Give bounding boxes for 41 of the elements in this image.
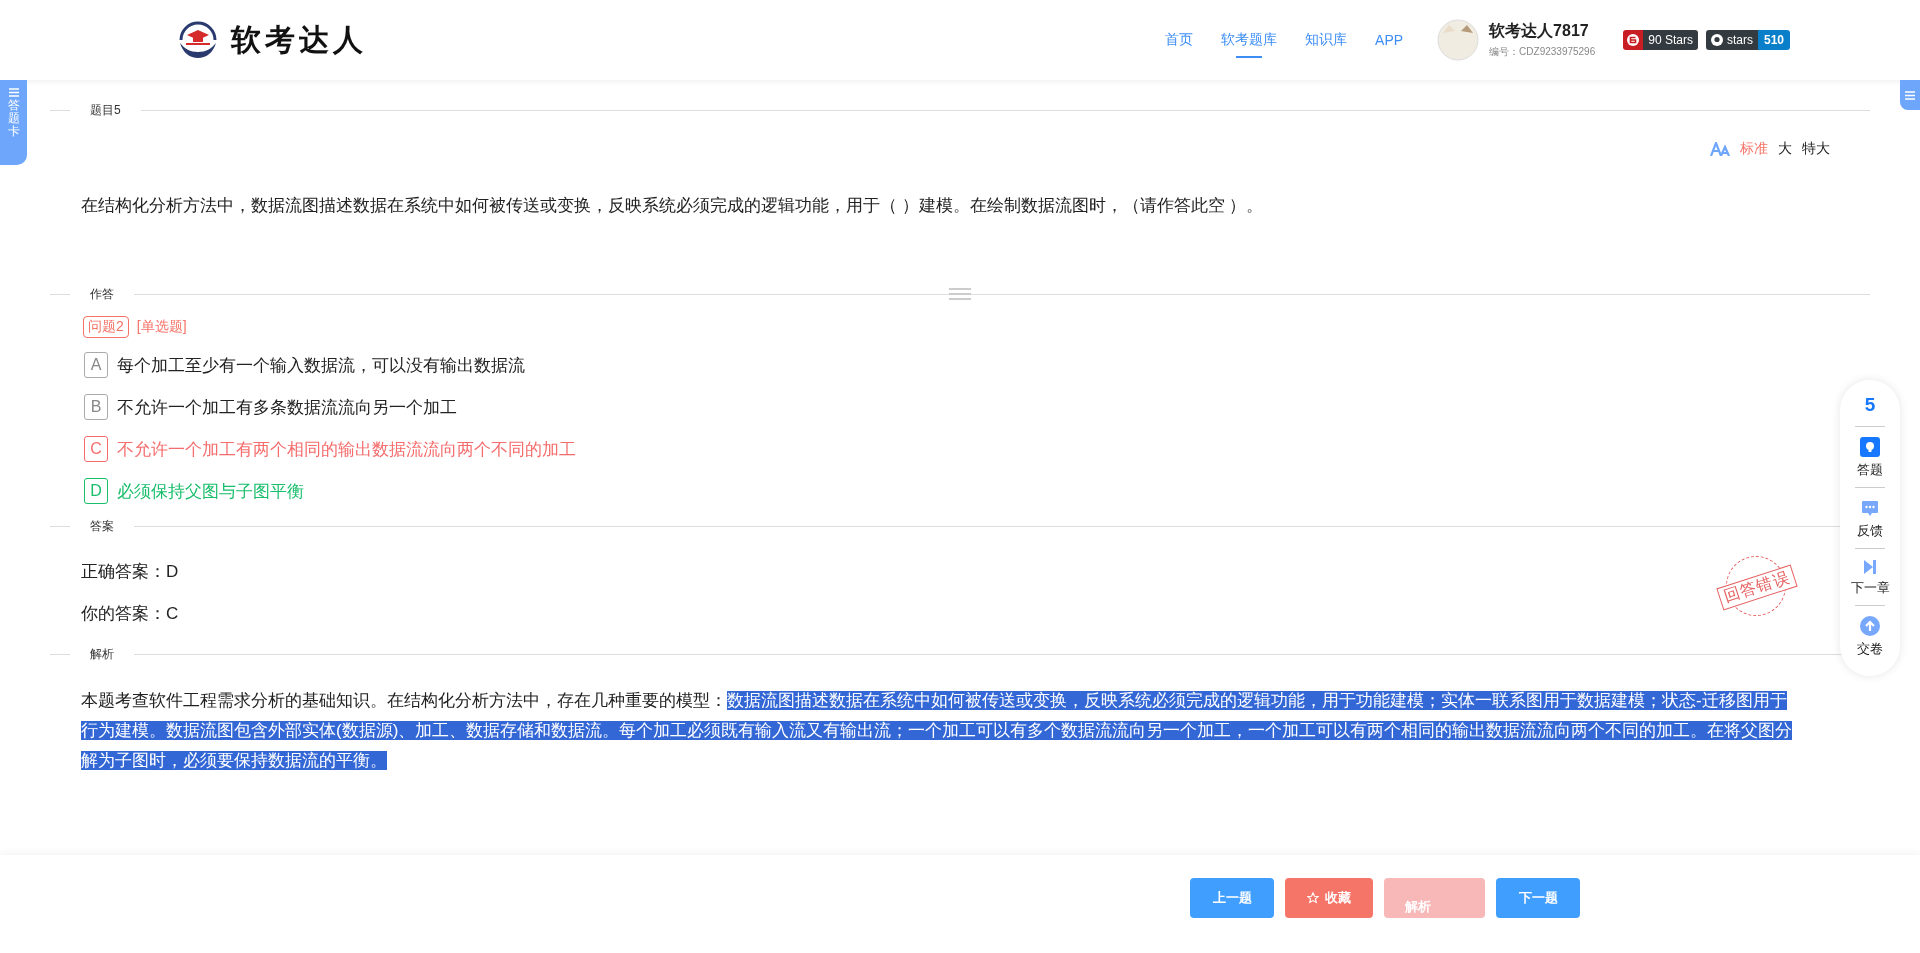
nav-link[interactable]: APP <box>1361 20 1418 60</box>
font-size-option[interactable]: 标准 <box>1740 140 1768 158</box>
font-size-option[interactable]: 大 <box>1778 140 1792 158</box>
analysis-text: 本题考查软件工程需求分析的基础知识。在结构化分析方法中，存在几种重要的模型：数据流图描述数据在系统中如何被传送或变换，反映系统必须完成的逻辑功能，用于功能建模；实体一联系图用于数据建模；状态-迁移图用于行为建模。数据流图包含外部实体(数据源)、加工、数据存储和数据流。每个加工必须既有输入流又有输出流；一个加工可以有多个数据流流向另一个加工，一个加工可以有两个相同的输出数据流流向两个不同的加工。在将父图分解为子图时，必须要保持数据流的平衡。 <box>80 690 1794 772</box>
answer-option[interactable]: C 不允许一个加工有两个相同的输出数据流流向两个不同的加工 <box>84 428 1836 470</box>
answer-sheet-tab[interactable]: 答题卡 <box>0 80 27 165</box>
avatar <box>1437 19 1480 61</box>
user-name: 软考达人7817 <box>1489 21 1590 41</box>
lightbulb-icon <box>1860 437 1880 457</box>
question-type-label: [单选题] <box>136 317 187 336</box>
footer-button[interactable]: 上一题 <box>1190 878 1274 918</box>
answer-option[interactable]: B 不允许一个加工有多条数据流流向另一个加工 <box>84 386 1836 428</box>
skip-next-icon <box>1863 559 1877 575</box>
side-action[interactable]: 答题 <box>1855 427 1885 488</box>
font-size-option[interactable]: 特大 <box>1802 140 1830 158</box>
chat-icon <box>1860 498 1880 518</box>
correct-answer: 正确答案：D <box>81 560 179 583</box>
logo-text: 软考达人 <box>231 21 367 58</box>
question-text: 在结构化分析方法中，数据流图描述数据在系统中如何被传送或变换，反映系统必须完成的逻辑功能，用于（ ）建模。在绘制数据流图时，（请作答此空 ）。 <box>80 195 1265 217</box>
side-action[interactable]: 交卷 <box>1855 606 1885 666</box>
star-icon <box>1307 892 1319 904</box>
nav-link[interactable]: 首页 <box>1151 20 1208 60</box>
answer-option[interactable]: D 必须保持父图与子图平衡 <box>84 470 1836 512</box>
section-title: 解析 <box>90 645 114 663</box>
user-id: 编号：CDZ9233975296 <box>1489 45 1596 59</box>
nav-link[interactable]: 知识库 <box>1291 20 1362 60</box>
drag-handle-icon[interactable] <box>949 288 971 300</box>
section-title: 题目5 <box>90 101 121 119</box>
footer-button[interactable]: 下一题 <box>1496 878 1580 918</box>
nav-link[interactable]: 软考题库 <box>1207 20 1292 60</box>
menu-icon <box>8 88 19 97</box>
footer-button[interactable]: 收藏 <box>1285 878 1373 918</box>
section-title: 答案 <box>90 517 114 535</box>
answer-option[interactable]: A 每个加工至少有一个输入数据流，可以没有输出数据流 <box>84 344 1836 386</box>
font-size-icon <box>1710 142 1730 156</box>
menu-icon[interactable] <box>1900 80 1920 110</box>
section-title: 作答 <box>90 285 114 303</box>
side-action[interactable]: 反馈 <box>1855 488 1885 549</box>
question-count: 5 <box>1855 394 1885 427</box>
your-answer: 你的答案：C <box>81 602 179 625</box>
question-number-tag: 问题2 <box>83 316 129 338</box>
